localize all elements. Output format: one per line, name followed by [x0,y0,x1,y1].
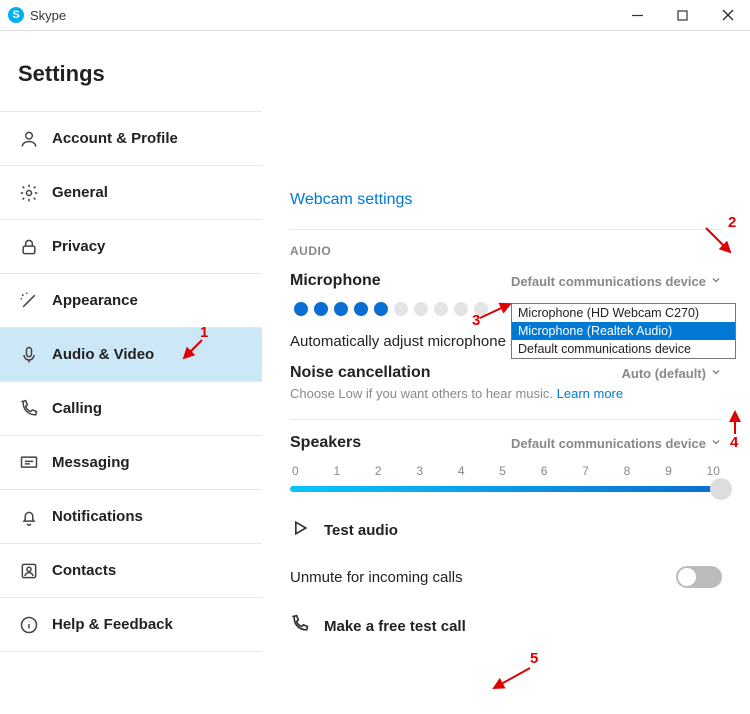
minimize-button[interactable] [615,0,660,30]
gear-icon [18,182,40,204]
settings-heading: Settings [0,31,262,111]
slider-tick: 9 [665,464,672,478]
mic-level-dot [394,302,408,316]
sidebar-item-label: Account & Profile [52,130,178,147]
slider-tick: 6 [541,464,548,478]
test-call-button[interactable]: Make a free test call [290,614,722,638]
account-icon [18,128,40,150]
sidebar-item-label: Help & Feedback [52,616,173,633]
sidebar-item-label: Notifications [52,508,143,525]
lock-icon [18,236,40,258]
slider-tick: 8 [624,464,631,478]
sidebar-item-privacy[interactable]: Privacy [0,219,262,274]
mic-level-dot [294,302,308,316]
sidebar-item-label: Contacts [52,562,116,579]
mic-level-dot [374,302,388,316]
mic-level-dot [474,302,488,316]
mic-level-dot [434,302,448,316]
mic-level-dot [414,302,428,316]
microphone-device-selector[interactable]: Default communications device [511,274,722,289]
app-body: Settings Account & Profile General Priva… [0,30,750,714]
contacts-icon [18,560,40,582]
slider-tick: 10 [707,464,720,478]
slider-tick: 4 [458,464,465,478]
slider-tick: 5 [499,464,506,478]
sidebar-item-help[interactable]: Help & Feedback [0,597,262,652]
unmute-label: Unmute for incoming calls [290,569,463,586]
phone-icon [18,398,40,420]
learn-more-link[interactable]: Learn more [557,386,623,401]
microphone-option[interactable]: Microphone (HD Webcam C270) [512,304,735,322]
sidebar-item-general[interactable]: General [0,165,262,220]
bell-icon [18,506,40,528]
sidebar-item-label: Messaging [52,454,130,471]
speaker-volume-slider[interactable]: 0 1 2 3 4 5 6 7 8 9 10 [290,464,722,492]
settings-sidebar: Settings Account & Profile General Priva… [0,31,262,714]
window-controls [615,0,750,30]
microphone-icon [18,344,40,366]
sidebar-item-label: Audio & Video [52,346,154,363]
microphone-options-dropdown[interactable]: Microphone (HD Webcam C270)Microphone (R… [511,303,736,359]
sidebar-item-label: Appearance [52,292,138,309]
chat-icon [18,452,40,474]
slider-tick: 1 [333,464,340,478]
sidebar-item-label: General [52,184,108,201]
microphone-option[interactable]: Microphone (Realtek Audio) [512,322,735,340]
unmute-toggle[interactable] [676,566,722,588]
close-button[interactable] [705,0,750,30]
slider-tick: 7 [582,464,589,478]
wand-icon [18,290,40,312]
maximize-button[interactable] [660,0,705,30]
mic-level-dot [334,302,348,316]
audio-section-label: AUDIO [290,244,722,258]
mic-level-dot [354,302,368,316]
info-icon [18,614,40,636]
noise-cancellation-selector[interactable]: Auto (default) [622,366,722,381]
sidebar-item-label: Privacy [52,238,105,255]
speakers-label: Speakers [290,434,361,452]
sidebar-item-contacts[interactable]: Contacts [0,543,262,598]
skype-icon: S [8,7,24,23]
microphone-label: Microphone [290,272,381,290]
phone-icon [290,614,310,638]
slider-tick: 2 [375,464,382,478]
app-title: Skype [30,8,66,23]
sidebar-item-messaging[interactable]: Messaging [0,435,262,490]
sidebar-item-notifications[interactable]: Notifications [0,489,262,544]
webcam-settings-link[interactable]: Webcam settings [290,191,722,209]
mic-level-dot [454,302,468,316]
sidebar-item-calling[interactable]: Calling [0,381,262,436]
slider-tick: 3 [416,464,423,478]
chevron-down-icon [710,366,722,381]
play-icon [290,518,310,542]
sidebar-item-label: Calling [52,400,102,417]
slider-tick: 0 [292,464,299,478]
noise-hint: Choose Low if you want others to hear mu… [290,386,722,401]
noise-cancellation-label: Noise cancellation [290,364,431,382]
settings-main: Webcam settings AUDIO Microphone Default… [262,31,750,714]
sidebar-item-audio-video[interactable]: Audio & Video [0,327,262,382]
speakers-device-selector[interactable]: Default communications device [511,436,722,451]
mic-level-dot [314,302,328,316]
test-audio-button[interactable]: Test audio [290,518,722,542]
chevron-down-icon [710,436,722,451]
sidebar-item-account[interactable]: Account & Profile [0,111,262,166]
sidebar-item-appearance[interactable]: Appearance [0,273,262,328]
chevron-down-icon [710,274,722,289]
microphone-option[interactable]: Default communications device [512,340,735,358]
